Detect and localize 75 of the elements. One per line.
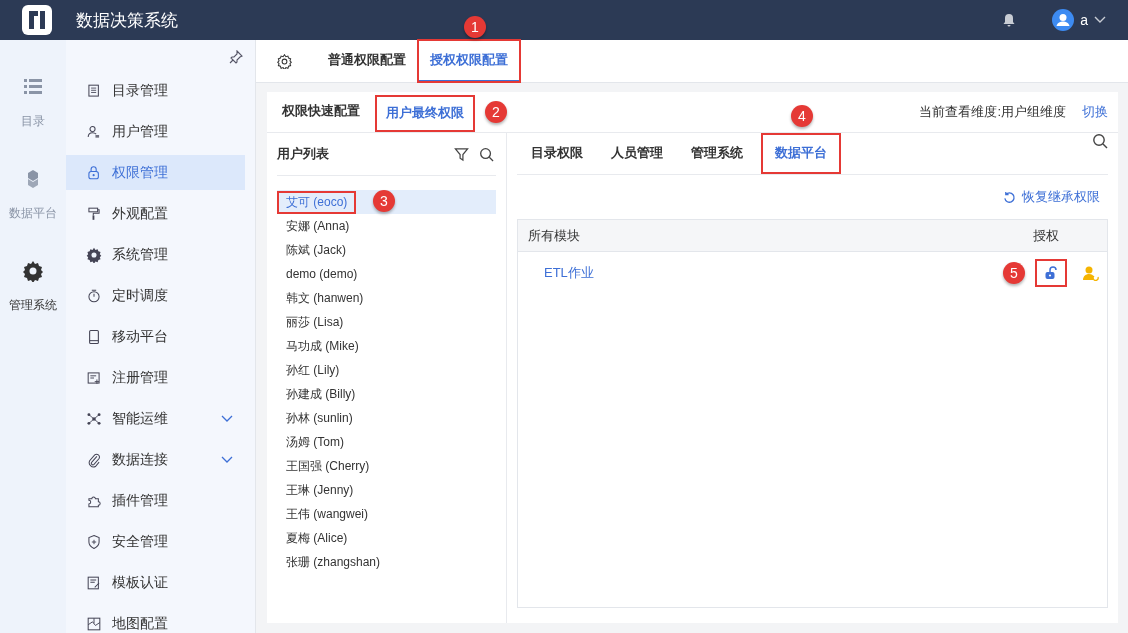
sidebar-item[interactable]: 模板认证: [66, 565, 245, 600]
sidebar-item[interactable]: 权限管理: [66, 155, 245, 190]
sidebar-item[interactable]: 移动平台: [66, 319, 245, 354]
settings-icon: [22, 260, 44, 282]
chevron-down-icon: [1094, 16, 1106, 24]
switch-link[interactable]: 切换: [1082, 103, 1108, 121]
network-icon: [86, 410, 102, 427]
search-icon[interactable]: [479, 146, 494, 162]
sidebar-item[interactable]: 数据连接: [66, 442, 245, 477]
app-title: 数据决策系统: [76, 9, 178, 32]
column-header: 所有模块: [528, 226, 580, 245]
user-list-item[interactable]: 张珊 (zhangshan): [277, 550, 496, 574]
bell-icon[interactable]: [1002, 13, 1017, 27]
user-list-item[interactable]: 艾可 (eoco) 3: [277, 190, 496, 214]
user-list-item[interactable]: 安娜 (Anna): [277, 214, 496, 238]
unlock-icon: [1044, 266, 1058, 280]
sidebar-item[interactable]: 插件管理: [66, 483, 245, 518]
user-list-item[interactable]: 韩文 (hanwen): [277, 286, 496, 310]
dimension-label: 当前查看维度:用户组维度: [919, 103, 1066, 121]
callout-marker: 3: [373, 190, 395, 212]
logo-icon: [22, 5, 52, 35]
user-list-item[interactable]: 夏梅 (Alice): [277, 526, 496, 550]
shield-icon: [86, 533, 102, 550]
template-icon: [86, 574, 102, 591]
paint-roller-icon: [86, 205, 102, 222]
user-list-item[interactable]: demo (demo): [277, 262, 496, 286]
tab[interactable]: 普通权限配置: [316, 40, 418, 82]
document-icon: [86, 82, 102, 99]
user-list-item[interactable]: 王琳 (Jenny): [277, 478, 496, 502]
user-list-item[interactable]: 孙红 (Lily): [277, 358, 496, 382]
sidebar-item[interactable]: 智能运维: [66, 401, 245, 436]
pin-icon[interactable]: [229, 49, 243, 64]
sidebar-item[interactable]: 地图配置: [66, 606, 245, 633]
module-link[interactable]: ETL作业: [544, 264, 594, 282]
sidebar-item[interactable]: 安全管理: [66, 524, 245, 559]
register-icon: [86, 369, 102, 386]
sidebar-item[interactable]: 定时调度: [66, 278, 245, 313]
tab[interactable]: 目录权限: [517, 133, 597, 174]
search-icon[interactable]: [1092, 133, 1108, 149]
settings-icon[interactable]: [277, 53, 292, 69]
rail-item[interactable]: 管理系统: [9, 260, 57, 314]
lock-icon: [86, 164, 102, 181]
undo-icon: [1003, 190, 1016, 204]
user-list-item[interactable]: 汤姆 (Tom): [277, 430, 496, 454]
user-list-item[interactable]: 王国强 (Cherry): [277, 454, 496, 478]
callout-marker: 5: [1003, 262, 1025, 284]
user-list-item[interactable]: 马功成 (Mike): [277, 334, 496, 358]
sidebar-item[interactable]: 系统管理: [66, 237, 245, 272]
avatar-icon: [1052, 9, 1075, 31]
tab[interactable]: 权限快速配置: [271, 92, 371, 132]
sidebar-item[interactable]: 用户管理: [66, 114, 245, 149]
tab[interactable]: 管理系统: [677, 133, 757, 174]
tab[interactable]: 人员管理: [597, 133, 677, 174]
timer-icon: [86, 287, 102, 304]
user-list-item[interactable]: 陈斌 (Jack): [277, 238, 496, 262]
tablet-icon: [86, 328, 102, 345]
user-icon: [86, 123, 102, 140]
callout-marker: 2: [485, 101, 507, 123]
sidebar-item[interactable]: 注册管理: [66, 360, 245, 395]
user-list-item[interactable]: 王伟 (wangwei): [277, 502, 496, 526]
user-menu[interactable]: a: [1052, 9, 1106, 31]
user-list-item[interactable]: 孙林 (sunlin): [277, 406, 496, 430]
restore-link[interactable]: 恢复继承权限: [1003, 188, 1100, 206]
column-header: 授权: [1033, 226, 1059, 245]
callout-marker: 4: [791, 105, 813, 127]
sidebar-item[interactable]: 目录管理: [66, 73, 245, 108]
paperclip-icon: [86, 451, 102, 468]
user-list-title: 用户列表: [277, 145, 329, 163]
filter-icon[interactable]: [454, 146, 469, 162]
sidebar-item[interactable]: 外观配置: [66, 196, 245, 231]
user-list-item[interactable]: 孙建成 (Billy): [277, 382, 496, 406]
unlock-button[interactable]: [1035, 259, 1067, 287]
map-icon: [86, 615, 102, 632]
settings-icon: [86, 246, 102, 263]
user-list-item[interactable]: 丽莎 (Lisa): [277, 310, 496, 334]
